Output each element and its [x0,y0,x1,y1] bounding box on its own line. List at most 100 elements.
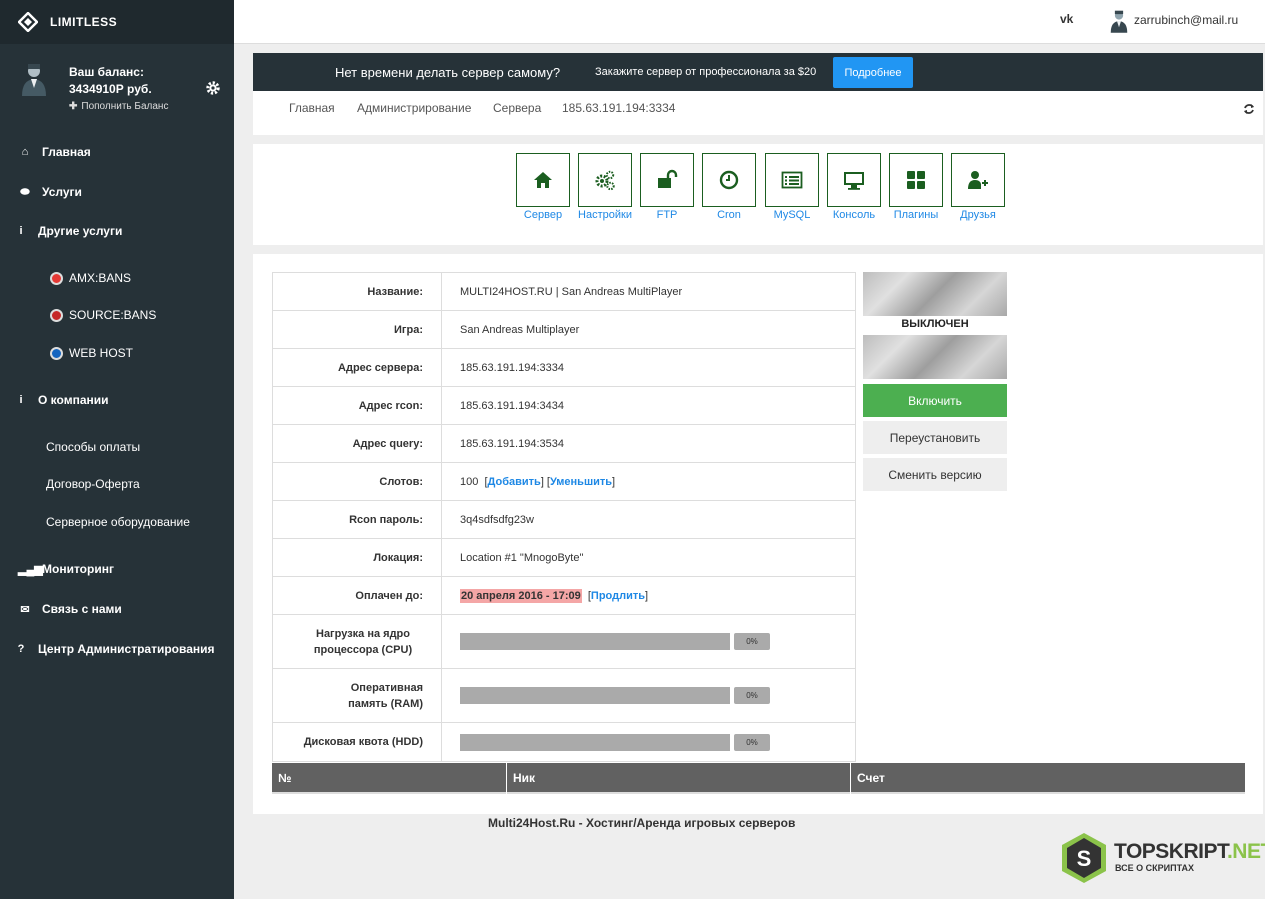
reduce-slots-link[interactable]: Уменьшить [550,476,612,488]
sidebar-link-offer[interactable]: Договор-Оферта [46,477,140,491]
column-header-number: № [272,763,507,794]
row-label: Rcon пароль: [272,500,442,539]
user-email[interactable]: zarrubinch@mail.ru [1134,13,1238,27]
tile-label[interactable]: Cron [694,209,764,221]
sidebar-sub-label: WEB HOST [69,346,134,360]
info-icon: i [19,225,23,237]
refresh-icon[interactable] [1243,103,1255,115]
sidebar-item-label: Центр Администратирования [38,642,215,656]
webhost-icon [50,346,63,360]
sidebar-item-admin-center[interactable]: ? Центр Администратирования [14,642,248,656]
breadcrumb-item[interactable]: Главная [289,101,335,115]
vk-icon[interactable]: vk [1060,12,1073,26]
tile-label[interactable]: Друзья [943,209,1013,221]
table-row: Игра: San Andreas Multiplayer [272,310,856,349]
sidebar-sub-sourcebans[interactable]: SOURCE:BANS [50,308,156,322]
sourcebans-icon [50,308,63,322]
tile-mysql[interactable] [765,153,819,207]
sidebar-link-hardware[interactable]: Серверное оборудование [46,515,190,529]
server-status-image [863,272,1007,316]
reinstall-button[interactable]: Переустановить [863,421,1007,454]
add-slots-link[interactable]: Добавить [488,476,541,488]
avatar[interactable] [18,62,50,96]
watermark-brand-a: TOPSKRIPT [1114,840,1227,863]
sidebar-item-other-services[interactable]: i Другие услуги [14,224,248,238]
topskript-logo-icon: S [1062,833,1106,883]
tile-label[interactable]: Консоль [819,209,889,221]
plus-icon: ✚ [69,101,78,112]
brand-bar[interactable]: LIMITLESS [0,0,234,44]
table-row: Оперативная память (RAM) 0% [272,668,856,723]
sidebar-item-label: О компании [38,393,109,407]
sidebar-item-label: Главная [42,145,91,159]
sidebar-item-company[interactable]: i О компании [14,393,248,407]
watermark-brand-b: .NET [1226,840,1265,863]
sidebar-item-contact[interactable]: ✉ Связь с нами [18,602,252,616]
sidebar-sub-label: SOURCE:BANS [69,308,157,322]
clock-icon [719,170,739,190]
gear-icon[interactable] [205,80,221,96]
breadcrumb-item[interactable]: Сервера [493,101,541,115]
hdd-cell: 0% [441,722,856,762]
tile-label[interactable]: MySQL [757,209,827,221]
cogs-icon [595,170,615,191]
row-label: Адрес сервера: [272,348,442,387]
row-label: Адрес rcon: [272,386,442,425]
sidebar-item-label: Мониторинг [42,562,114,576]
slots-value: 100 [460,475,479,488]
server-name: MULTI24HOST.RU | San Andreas MultiPlayer [441,272,856,311]
sidebar-item-label: Услуги [42,185,82,199]
tile-friends[interactable] [951,153,1005,207]
extend-link[interactable]: Продлить [591,590,645,602]
breadcrumb: Главная Администрирование Сервера 185.63… [253,91,1263,135]
tile-server[interactable] [516,153,570,207]
cpu-progress-bar [460,633,730,650]
topup-link[interactable]: ✚ Пополнить Баланс [69,101,168,112]
hdd-percent: 0% [734,733,770,751]
brand-title: LIMITLESS [50,15,118,29]
sidebar-item-home[interactable]: ⌂ Главная [18,145,252,159]
server-status: ВЫКЛЮЧЕН [901,318,969,330]
row-label: Нагрузка на ядро процессора (CPU) [272,614,442,669]
tile-cron[interactable] [702,153,756,207]
table-row: Слотов: 100 [Добавить] [Уменьшить] [272,462,856,501]
table-row: Адрес query: 185.63.191.194:3534 [272,424,856,463]
server-status-image [863,335,1007,379]
row-label: Слотов: [272,462,442,501]
tile-label[interactable]: Сервер [508,209,578,221]
promo-text: Нет времени делать сервер самому? [335,65,561,80]
tile-ftp[interactable] [640,153,694,207]
watermark: S TOPSKRIPT.NET ВСЕ О СКРИПТАХ [1058,832,1265,884]
change-version-button[interactable]: Сменить версию [863,458,1007,491]
tile-label[interactable]: FTP [632,209,702,221]
row-label: Оперативная память (RAM) [272,668,442,723]
sidebar-item-label: Другие услуги [38,224,123,238]
column-header-nick: Ник [507,763,851,794]
sidebar-item-monitoring[interactable]: ▂▄▆ Мониторинг [18,562,252,576]
promo-banner: Нет времени делать сервер самому? Закажи… [253,53,1263,91]
more-button[interactable]: Подробнее [833,57,913,88]
breadcrumb-item[interactable]: Администрирование [357,101,471,115]
tile-label[interactable]: Настройки [570,209,640,221]
cpu-cell: 0% [441,614,856,669]
home-icon [534,172,552,188]
table-row: Дисковая квота (HDD) 0% [272,722,856,762]
row-label: Название: [272,272,442,311]
tile-settings[interactable] [578,153,632,207]
sidebar-item-label: Связь с нами [42,602,122,616]
tile-label[interactable]: Плагины [881,209,951,221]
sidebar-sub-amxbans[interactable]: AMX:BANS [50,271,131,285]
monitor-icon [844,172,864,190]
balance-value: 3434910Р руб. [69,82,152,96]
mail-icon: ✉ [20,603,30,616]
tile-console[interactable] [827,153,881,207]
sidebar-link-payment[interactable]: Способы оплаты [46,440,140,454]
logo-letter: S [1077,846,1092,871]
paid-cell: 20 апреля 2016 - 17:09 [Продлить] [441,576,856,615]
sidebar-sub-webhost[interactable]: WEB HOST [50,346,133,360]
tile-plugins[interactable] [889,153,943,207]
sidebar-item-services[interactable]: ⬬ Услуги [18,185,252,199]
avatar[interactable] [1108,7,1130,35]
query-address: 185.63.191.194:3534 [441,424,856,463]
start-server-button[interactable]: Включить [863,384,1007,417]
